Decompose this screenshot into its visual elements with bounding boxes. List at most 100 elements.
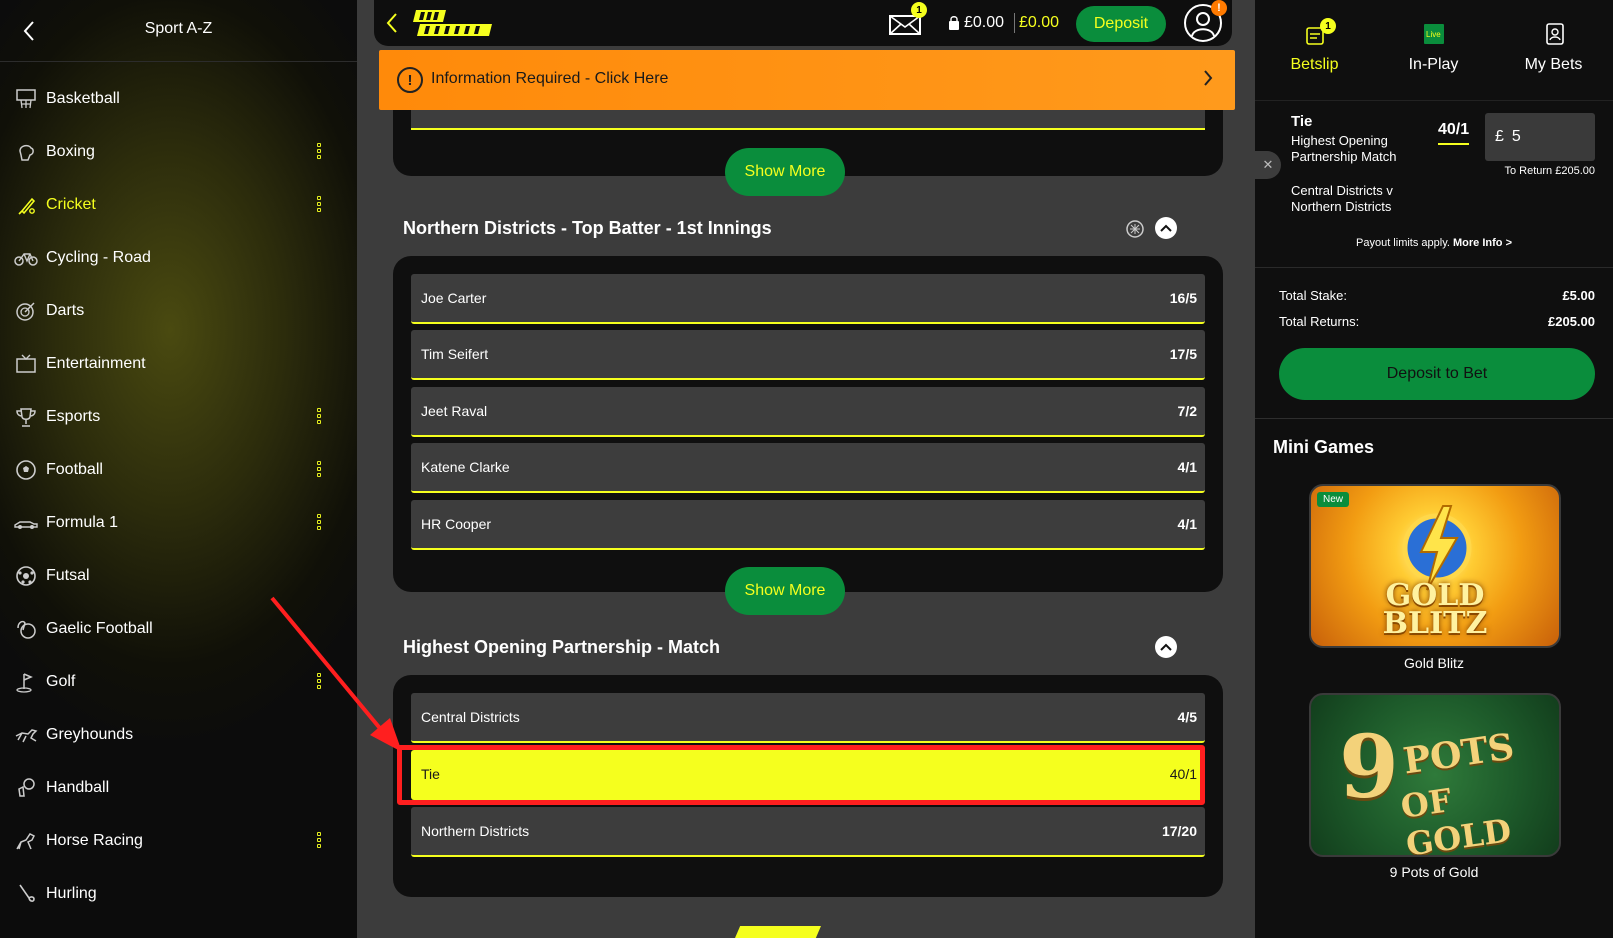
sidebar-item-label: Cricket <box>46 195 96 213</box>
mail-icon[interactable]: 1 <box>889 2 927 36</box>
sidebar-item-label: Greyhounds <box>46 725 134 743</box>
selection-odds: 40/1 <box>1169 766 1197 782</box>
mini-games-title: Mini Games <box>1273 437 1375 457</box>
sidebar-item-label: Esports <box>46 407 101 425</box>
information-required-banner[interactable]: ! Information Required - Click Here <box>379 50 1235 110</box>
panel-divider <box>1255 418 1613 419</box>
tab-my-bets[interactable]: My Bets <box>1494 0 1613 96</box>
parimatch-logo[interactable] <box>412 8 494 38</box>
top-bar: 1 £0.00 £0.00 Deposit ! <box>374 0 1232 46</box>
sidebar-item-formula-1[interactable]: Formula 1 <box>0 496 357 549</box>
more-info-link[interactable]: More Info > <box>1453 237 1512 249</box>
hurling-stick-icon <box>14 882 38 906</box>
sidebar-item-label: Gaelic Football <box>46 619 153 637</box>
market-content: 1 £0.00 £0.00 Deposit ! ! Information Re… <box>357 0 1255 938</box>
new-badge: New <box>1317 492 1350 507</box>
more-dots-icon[interactable] <box>317 196 321 212</box>
dartboard-icon <box>14 299 38 323</box>
sidebar-item-entertainment[interactable]: Entertainment <box>0 337 357 390</box>
sidebar-item-football[interactable]: Football <box>0 443 357 496</box>
sport-sidebar: Sport A-Z Basketball Boxing Cricket Cycl… <box>0 0 357 938</box>
betslip-tabs: 1 Betslip Live In-Play My Bets <box>1255 0 1613 96</box>
gaelic-football-icon <box>14 617 38 641</box>
selection-name: Jeet Raval <box>421 403 488 419</box>
sidebar-item-cricket[interactable]: Cricket <box>0 178 357 231</box>
sidebar-item-horse-racing[interactable]: Horse Racing <box>0 814 357 867</box>
more-dots-icon[interactable] <box>317 143 321 159</box>
banner-text: Information Required - Click Here <box>431 70 669 87</box>
game-name[interactable]: Gold Blitz <box>1255 655 1613 671</box>
sidebar-item-boxing[interactable]: Boxing <box>0 125 357 178</box>
betslip-selection: ✕ Tie Highest Opening Partnership Match … <box>1255 100 1613 268</box>
show-more-button[interactable]: Show More <box>725 567 845 615</box>
slip-selection-name: Tie <box>1291 113 1313 130</box>
game-name[interactable]: 9 Pots of Gold <box>1255 864 1613 880</box>
more-dots-icon[interactable] <box>317 408 321 424</box>
sidebar-item-cycling-road[interactable]: Cycling - Road <box>0 231 357 284</box>
sidebar-item-label: Horse Racing <box>46 831 143 849</box>
back-arrow-icon[interactable] <box>386 12 398 39</box>
more-dots-icon[interactable] <box>317 514 321 530</box>
currency-symbol: £ <box>1495 128 1504 145</box>
game-tile-gold-blitz[interactable]: New GOLD BLITZ <box>1309 484 1561 648</box>
sidebar-item-hurling[interactable]: Hurling <box>0 867 357 920</box>
sidebar-item-label: Football <box>46 460 103 478</box>
game-art-title: GOLD BLITZ <box>1311 581 1559 639</box>
total-stake-label: Total Stake: <box>1279 288 1347 303</box>
tab-betslip[interactable]: 1 Betslip <box>1255 0 1374 96</box>
sidebar-item-golf[interactable]: Golf <box>0 655 357 708</box>
sidebar-item-esports[interactable]: Esports <box>0 390 357 443</box>
collapse-button[interactable] <box>1155 636 1177 658</box>
sidebar-item-label: Darts <box>46 301 85 319</box>
selection-row[interactable]: Jeet Raval 7/2 <box>411 387 1205 437</box>
remove-selection-button[interactable]: ✕ <box>1255 151 1281 179</box>
sidebar-item-label: Handball <box>46 778 110 796</box>
betslip-count-badge: 1 <box>1320 18 1336 34</box>
selection-row[interactable]: Northern Districts 17/20 <box>411 807 1205 857</box>
show-more-button[interactable]: Show More <box>725 148 845 196</box>
selection-odds: 7/2 <box>1177 403 1197 419</box>
table-row[interactable] <box>411 110 1205 130</box>
sidebar-item-label: Futsal <box>46 566 90 584</box>
greyhound-icon <box>14 723 38 747</box>
selection-row[interactable]: Central Districts 4/5 <box>411 693 1205 743</box>
game-tile-9-pots-of-gold[interactable]: 9 POTS OF GOLD <box>1309 693 1561 857</box>
sidebar-item-label: Formula 1 <box>46 513 119 531</box>
bonus-balance[interactable]: £0.00 <box>1019 14 1059 32</box>
total-returns-row: Total Returns: £205.00 <box>1279 314 1595 329</box>
stake-input[interactable]: £ 5 <box>1485 113 1595 161</box>
sidebar-item-handball[interactable]: Handball <box>0 761 357 814</box>
market-card-opening-partnership: Central Districts 4/5 Tie 40/1 Northern … <box>393 675 1223 897</box>
sidebar-item-darts[interactable]: Darts <box>0 284 357 337</box>
selection-name: Katene Clarke <box>421 459 510 475</box>
selection-row[interactable]: Joe Carter 16/5 <box>411 274 1205 324</box>
deposit-button[interactable]: Deposit <box>1076 6 1166 42</box>
sidebar-item-basketball[interactable]: Basketball <box>0 72 357 125</box>
sidebar-item-gaelic-football[interactable]: Gaelic Football <box>0 602 357 655</box>
cash-balance[interactable]: £0.00 <box>964 14 1004 32</box>
more-dots-icon[interactable] <box>317 461 321 477</box>
sidebar-item-greyhounds[interactable]: Greyhounds <box>0 708 357 761</box>
tab-in-play[interactable]: Live In-Play <box>1374 0 1493 96</box>
game-art-number: 9 <box>1339 717 1399 818</box>
balance-divider <box>1014 13 1015 33</box>
stats-icon[interactable] <box>1125 219 1147 241</box>
footer-logo <box>735 926 821 938</box>
more-dots-icon[interactable] <box>317 832 321 848</box>
sidebar-item-label: Cycling - Road <box>46 248 151 266</box>
selection-row[interactable]: Katene Clarke 4/1 <box>411 443 1205 493</box>
deposit-to-bet-button[interactable]: Deposit to Bet <box>1279 348 1595 400</box>
sidebar-item-futsal[interactable]: Futsal <box>0 549 357 602</box>
selection-row[interactable]: Tim Seifert 17/5 <box>411 330 1205 380</box>
more-dots-icon[interactable] <box>317 673 321 689</box>
collapse-button[interactable] <box>1155 217 1177 239</box>
tab-label: Betslip <box>1290 56 1339 73</box>
selection-row[interactable]: HR Cooper 4/1 <box>411 500 1205 550</box>
futsal-ball-icon <box>14 564 38 588</box>
chevron-up-icon <box>1160 643 1172 651</box>
wallet-lock-icon <box>949 16 959 30</box>
sidebar-item-label: Golf <box>46 672 76 690</box>
my-bets-icon <box>1544 22 1566 46</box>
selection-row-selected[interactable]: Tie 40/1 <box>411 750 1205 800</box>
chevron-up-icon <box>1160 224 1172 232</box>
